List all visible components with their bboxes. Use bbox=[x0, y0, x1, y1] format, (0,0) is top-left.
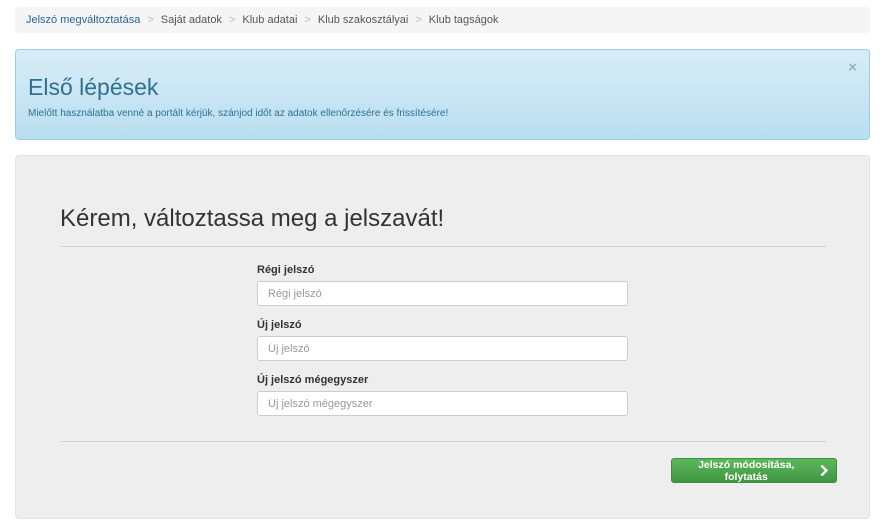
submit-button-label: Jelszó módosítása, folytatás bbox=[698, 458, 795, 483]
page-title: Kérem, változtassa meg a jelszavát! bbox=[60, 205, 445, 232]
new-password-label: Új jelszó bbox=[257, 319, 302, 331]
alert-text: Mielőtt használatba venné a portált kérj… bbox=[28, 108, 449, 119]
breadcrumb-separator: > bbox=[415, 14, 422, 26]
breadcrumb-item-password-change[interactable]: Jelszó megváltoztatása bbox=[26, 14, 140, 26]
alert-title: Első lépések bbox=[28, 74, 159, 100]
chevron-right-icon bbox=[820, 465, 829, 476]
close-icon[interactable]: × bbox=[848, 60, 857, 75]
breadcrumb-separator: > bbox=[228, 14, 236, 26]
confirm-password-input[interactable] bbox=[257, 391, 628, 416]
password-change-panel: Kérem, változtassa meg a jelszavát! Régi… bbox=[15, 155, 870, 519]
old-password-label: Régi jelszó bbox=[257, 264, 315, 276]
breadcrumb-item-club-sections[interactable]: Klub szakosztályai bbox=[318, 14, 409, 26]
confirm-password-label: Új jelszó mégegyszer bbox=[257, 374, 369, 386]
breadcrumb: Jelszó megváltoztatása > Saját adatok > … bbox=[15, 7, 870, 33]
info-alert: Első lépések Mielőtt használatba venné a… bbox=[15, 49, 870, 140]
breadcrumb-separator: > bbox=[304, 14, 311, 26]
change-password-continue-button[interactable]: Jelszó módosítása, folytatás bbox=[671, 458, 837, 483]
new-password-input[interactable] bbox=[257, 336, 628, 361]
old-password-input[interactable] bbox=[257, 281, 628, 306]
breadcrumb-item-club-memberships[interactable]: Klub tagságok bbox=[429, 14, 499, 26]
divider bbox=[60, 246, 826, 247]
breadcrumb-item-own-data[interactable]: Saját adatok bbox=[161, 14, 222, 26]
divider bbox=[60, 441, 826, 442]
breadcrumb-item-club-data[interactable]: Klub adatai bbox=[242, 14, 297, 26]
breadcrumb-separator: > bbox=[147, 14, 154, 26]
